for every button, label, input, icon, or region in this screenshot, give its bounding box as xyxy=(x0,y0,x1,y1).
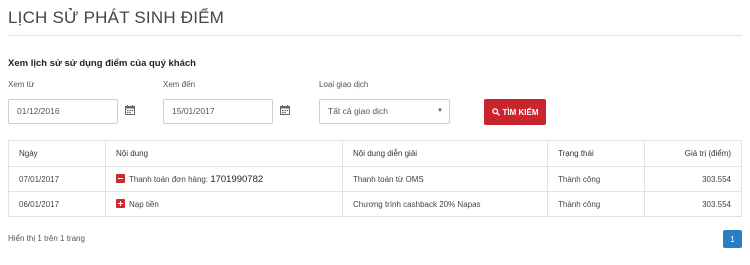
row-content: Thanh toán đơn hàng: 1701990782 xyxy=(105,166,343,192)
search-icon xyxy=(491,108,500,116)
row-description: Chương trình cashback 20% Napas xyxy=(342,191,548,217)
search-button[interactable]: TÌM KIẾM xyxy=(484,99,546,125)
search-button-label: TÌM KIẾM xyxy=(502,107,539,117)
transaction-type-value: Tất cả giao dịch xyxy=(328,106,389,116)
page-button-1[interactable]: 1 xyxy=(723,230,742,248)
row-value: 303.554 xyxy=(644,191,742,217)
to-date-input[interactable]: 15/01/2017 xyxy=(163,99,273,124)
col-date-header: Ngày xyxy=(8,140,106,167)
row-status: Thành công xyxy=(547,191,645,217)
calendar-icon[interactable] xyxy=(280,105,290,115)
from-date-label: Xem từ xyxy=(8,80,35,89)
caret-down-icon: ▼ xyxy=(437,108,443,114)
table-header-row: Ngày Nội dung Nội dung diễn giải Trạng t… xyxy=(8,140,742,167)
col-value-header: Giá trị (điểm) xyxy=(644,140,742,167)
calendar-icon[interactable] xyxy=(125,105,135,115)
page-title: LỊCH SỬ PHÁT SINH ĐIỂM xyxy=(8,8,225,27)
transaction-type-select[interactable]: Tất cả giao dịch ▼ xyxy=(319,99,450,124)
col-status-header: Trạng thái xyxy=(547,140,645,167)
row-status: Thành công xyxy=(547,166,645,192)
to-date-label: Xem đến xyxy=(163,80,196,89)
row-description: Thanh toán từ OMS xyxy=(342,166,548,192)
points-history-table: Ngày Nội dung Nội dung diễn giải Trạng t… xyxy=(8,140,742,217)
col-content-header: Nội dung xyxy=(105,140,343,167)
order-number: 1701990782 xyxy=(210,173,264,185)
table-row: 07/01/2017 Thanh toán đơn hàng: 17019907… xyxy=(8,166,742,192)
minus-square-icon[interactable] xyxy=(116,173,125,183)
row-content: Nạp tiền xyxy=(105,191,343,217)
table-row: 06/01/2017 Nạp tiền Chương trình cashbac… xyxy=(8,191,742,217)
plus-square-icon[interactable] xyxy=(116,199,125,208)
pagination-summary: Hiển thị 1 trên 1 trang xyxy=(8,234,85,243)
row-content-prefix: Thanh toán đơn hàng: xyxy=(129,174,209,184)
transaction-type-label: Loại giao dịch xyxy=(319,80,369,89)
page-subtitle: Xem lịch sử sử dụng điểm của quý khách xyxy=(8,58,196,69)
col-description-header: Nội dung diễn giải xyxy=(342,140,548,167)
row-value: 303.554 xyxy=(644,166,742,192)
row-date: 07/01/2017 xyxy=(8,166,106,192)
from-date-input[interactable]: 01/12/2016 xyxy=(8,99,118,124)
row-date: 06/01/2017 xyxy=(8,191,106,217)
title-divider xyxy=(8,35,742,36)
row-content-prefix: Nạp tiền xyxy=(129,200,159,209)
